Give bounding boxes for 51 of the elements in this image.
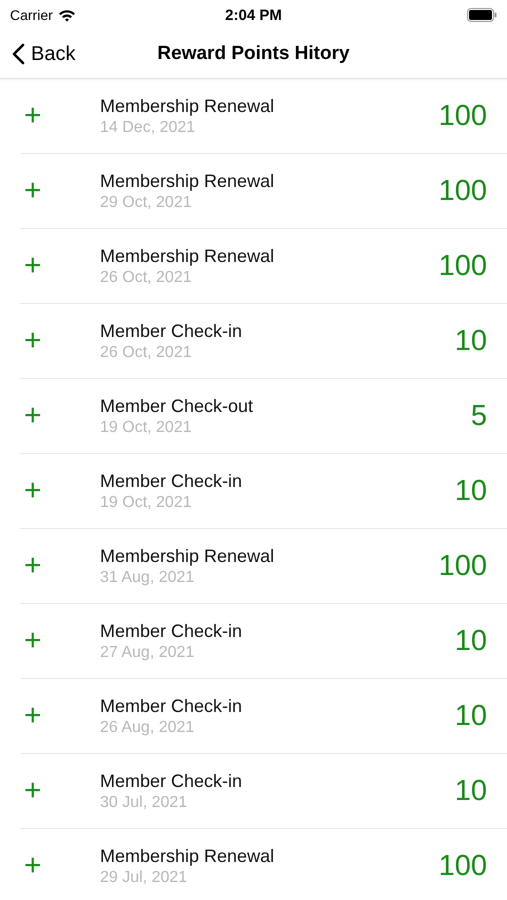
plus-sign: + [23, 324, 43, 358]
points-amount: 100 [438, 100, 487, 132]
entry-date: 30 Jul, 2021 [100, 794, 188, 812]
plus-sign: + [23, 474, 43, 508]
plus-sign: + [23, 549, 43, 583]
entry-title: Membership Renewal [100, 246, 274, 266]
entry-title: Member Check-in [100, 696, 242, 716]
entry-date: 19 Oct, 2021 [100, 418, 192, 436]
entry-title: Membership Renewal [100, 96, 274, 116]
plus-sign: + [23, 249, 43, 283]
entry-title: Membership Renewal [100, 546, 274, 566]
plus-sign: + [23, 699, 43, 733]
entry-title: Member Check-out [100, 396, 254, 416]
chevron-left-icon [12, 43, 25, 65]
plus-sign: + [23, 849, 43, 883]
plus-sign: + [23, 774, 43, 808]
entry-date: 27 Aug, 2021 [100, 644, 194, 662]
back-button[interactable]: Back [8, 38, 80, 70]
points-amount: 10 [454, 774, 487, 808]
points-amount: 5 [470, 400, 487, 432]
plus-sign: + [23, 174, 43, 208]
points-amount: 10 [454, 324, 487, 358]
clock-time: 2:04 PM [225, 6, 282, 24]
entry-title: Member Check-in [100, 620, 242, 642]
entry-title: Member Check-in [100, 470, 242, 492]
entry-date: 14 Dec, 2021 [100, 118, 196, 136]
points-amount: 100 [438, 250, 487, 282]
points-amount: 100 [438, 174, 487, 208]
entry-title: Member Check-in [100, 320, 242, 342]
entry-date: 31 Aug, 2021 [100, 568, 194, 586]
plus-sign: + [23, 399, 43, 433]
points-amount: 10 [454, 474, 487, 508]
entry-date: 29 Jul, 2021 [100, 868, 188, 886]
points-amount: 100 [438, 550, 487, 582]
plus-sign: + [23, 99, 43, 133]
plus-sign: + [23, 624, 43, 658]
entry-title: Membership Renewal [100, 170, 274, 192]
entry-date: 19 Oct, 2021 [100, 494, 192, 512]
entry-date: 26 Aug, 2021 [100, 718, 194, 736]
entry-date: 26 Oct, 2021 [100, 268, 192, 286]
carrier-label: Carrier [10, 7, 53, 23]
entry-title: Member Check-in [100, 770, 242, 792]
points-amount: 10 [454, 700, 487, 732]
entry-date: 26 Oct, 2021 [100, 344, 192, 362]
wifi-icon [58, 8, 76, 22]
battery-icon [467, 8, 498, 22]
entry-title: Membership Renewal [100, 846, 274, 866]
points-amount: 100 [438, 850, 487, 882]
points-amount: 10 [454, 624, 487, 658]
screen-title: Reward Points Hitory [157, 42, 350, 66]
entry-date: 29 Oct, 2021 [100, 194, 192, 212]
